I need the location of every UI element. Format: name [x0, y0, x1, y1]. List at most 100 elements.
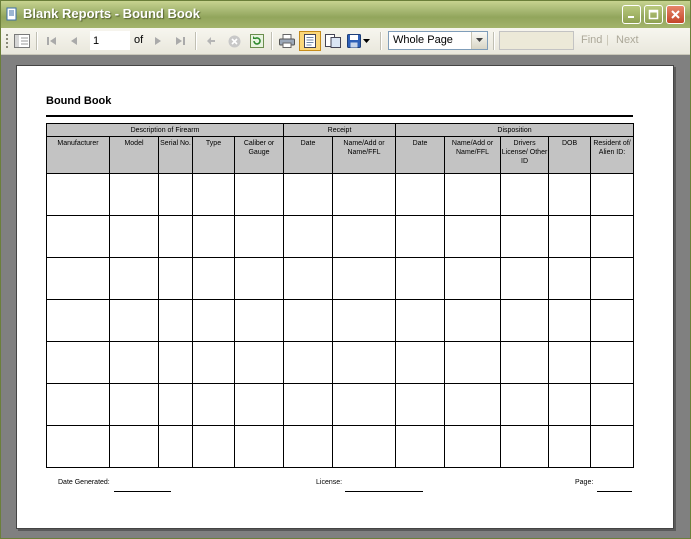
table-cell — [444, 341, 502, 384]
toolbar-separator — [271, 32, 273, 50]
table-cell — [395, 299, 446, 342]
report-page: Bound Book Description of Firearm Receip… — [16, 65, 674, 529]
last-page-button[interactable] — [171, 32, 189, 50]
toolbar-grip-icon[interactable] — [4, 32, 10, 50]
table-cell — [192, 341, 235, 384]
print-layout-button[interactable] — [299, 31, 321, 51]
page-setup-button[interactable] — [323, 32, 343, 50]
title-bar[interactable]: Blank Reports - Bound Book — [1, 1, 690, 28]
table-cell — [233, 341, 285, 384]
column-header: Name/Add or Name/FFL — [332, 136, 397, 174]
find-next-link[interactable]: Next — [616, 34, 639, 46]
save-disk-icon — [346, 34, 361, 48]
table-cell — [46, 383, 110, 426]
toolbar-separator — [36, 32, 38, 50]
table-cell — [444, 215, 502, 258]
next-page-icon — [155, 37, 161, 45]
table-cell — [548, 341, 592, 384]
column-header: Caliber or Gauge — [233, 136, 285, 174]
table-cell — [46, 173, 110, 216]
document-map-icon — [14, 34, 30, 48]
page-number-input[interactable] — [90, 31, 130, 50]
print-button[interactable] — [277, 32, 297, 50]
table-cell — [109, 425, 159, 468]
stop-button[interactable] — [225, 32, 243, 50]
zoom-value: Whole Page — [393, 34, 453, 46]
page-layout-icon — [304, 34, 316, 48]
toolbar-separator — [380, 32, 382, 50]
table-cell — [500, 425, 550, 468]
table-cell — [444, 383, 502, 426]
page-of-label: of — [134, 34, 144, 46]
find-link[interactable]: Find — [581, 34, 602, 46]
table-cell — [283, 215, 334, 258]
find-input[interactable] — [499, 31, 574, 50]
minimize-button[interactable] — [622, 5, 641, 24]
report-canvas[interactable]: Bound Book Description of Firearm Receip… — [1, 55, 690, 538]
table-cell — [109, 299, 159, 342]
table-cell — [158, 425, 193, 468]
page-label: Page: — [575, 479, 594, 486]
table-cell — [192, 173, 235, 216]
back-arrow-icon — [207, 37, 215, 45]
table-cell — [283, 425, 334, 468]
page-setup-icon — [325, 34, 341, 48]
toggle-sidebar-button[interactable] — [12, 32, 32, 50]
column-header: Resident of/ Alien ID: — [590, 136, 635, 174]
table-cell — [158, 299, 193, 342]
table-row — [46, 257, 635, 300]
table-cell — [158, 341, 193, 384]
table-cell — [395, 383, 446, 426]
table-cell — [332, 425, 397, 468]
table-cell — [332, 215, 397, 258]
table-cell — [332, 383, 397, 426]
table-cell — [395, 257, 446, 300]
license-label: License: — [316, 479, 343, 486]
table-row — [46, 383, 635, 426]
table-cell — [500, 383, 550, 426]
table-cell — [590, 257, 635, 300]
table-cell — [283, 257, 334, 300]
table-cell — [500, 299, 550, 342]
next-page-button[interactable] — [149, 32, 167, 50]
table-cell — [500, 173, 550, 216]
table-cell — [233, 215, 285, 258]
column-header: Drivers License/ Other ID — [500, 136, 550, 174]
toolbar-separator — [195, 32, 197, 50]
table-cell — [332, 173, 397, 216]
table-cell — [444, 173, 502, 216]
close-button[interactable] — [666, 5, 685, 24]
table-cell — [500, 215, 550, 258]
column-header: Name/Add or Name/FFL — [444, 136, 502, 174]
first-page-button[interactable] — [43, 32, 61, 50]
zoom-dropdown-button[interactable] — [471, 32, 487, 49]
table-cell — [192, 215, 235, 258]
table-cell — [233, 299, 285, 342]
table-cell — [109, 383, 159, 426]
group-header: Description of Firearm — [45, 123, 285, 137]
previous-page-button[interactable] — [65, 32, 83, 50]
table-cell — [158, 173, 193, 216]
back-button[interactable] — [202, 32, 220, 50]
app-icon — [6, 7, 17, 21]
table-cell — [395, 425, 446, 468]
maximize-button[interactable] — [644, 5, 663, 24]
toolbar-separator — [493, 32, 495, 50]
zoom-select[interactable]: Whole Page — [388, 31, 488, 50]
column-header: Manufacturer — [46, 136, 110, 174]
column-header: DOB — [548, 136, 592, 174]
column-header: Date — [283, 136, 334, 174]
refresh-button[interactable] — [248, 32, 266, 50]
table-cell — [444, 425, 502, 468]
column-header: Type — [192, 136, 235, 174]
table-cell — [192, 383, 235, 426]
table-cell — [590, 299, 635, 342]
table-cell — [233, 425, 285, 468]
table-cell — [548, 299, 592, 342]
window-title: Blank Reports - Bound Book — [23, 6, 200, 21]
export-button[interactable] — [345, 32, 371, 50]
table-cell — [233, 383, 285, 426]
find-separator: | — [606, 34, 609, 46]
column-header: Date — [395, 136, 446, 174]
table-cell — [444, 299, 502, 342]
